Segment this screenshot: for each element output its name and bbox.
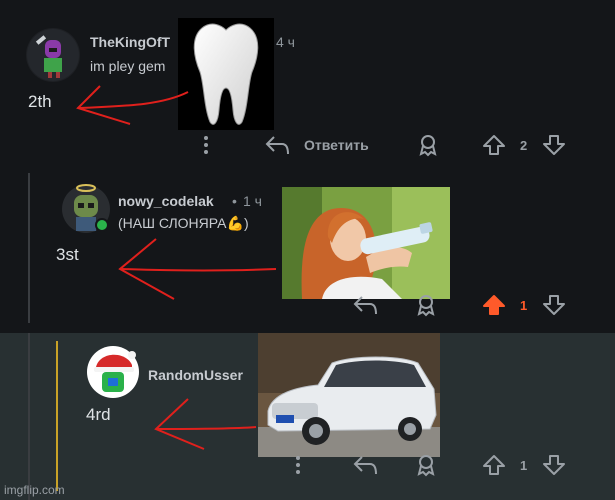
reply-button[interactable]: Ответить <box>304 137 369 153</box>
timestamp: 4 ч <box>276 34 295 50</box>
timestamp: 1 ч <box>243 193 262 209</box>
annotation-text: 3st <box>56 245 79 264</box>
username[interactable]: TheKingOfT <box>90 34 170 50</box>
comment-2: nowy_codelak • 1 ч (НАШ СЛОНЯРА💪) 3st 1 <box>0 165 615 333</box>
watermark: imgflip.com <box>4 483 65 497</box>
upvote-icon[interactable] <box>482 453 506 482</box>
downvote-icon[interactable] <box>542 293 566 322</box>
more-icon[interactable] <box>204 135 208 160</box>
more-icon[interactable] <box>296 455 300 480</box>
reply-icon[interactable] <box>352 294 378 321</box>
annotation-arrow <box>76 85 189 125</box>
comment-1: TheKingOfT 4 ч im pley gem 2th Ответить <box>0 0 615 165</box>
annotation-arrow <box>154 398 257 450</box>
thread-line <box>28 173 30 323</box>
vote-count: 2 <box>520 138 528 153</box>
comment-actions: 1 <box>282 293 582 317</box>
annotation-text: 2th <box>28 92 52 111</box>
award-icon[interactable] <box>416 133 440 162</box>
comment-actions: Ответить 2 <box>198 133 588 157</box>
vote-count: 1 <box>520 458 528 473</box>
vote-count: 1 <box>520 298 528 313</box>
downvote-icon[interactable] <box>542 133 566 162</box>
avatar[interactable] <box>26 28 80 82</box>
comment-text: im pley gem <box>90 58 166 74</box>
downvote-icon[interactable] <box>542 453 566 482</box>
car-image <box>258 333 440 457</box>
award-icon[interactable] <box>414 453 438 482</box>
username[interactable]: nowy_codelak <box>118 193 214 209</box>
thread-line <box>28 333 30 500</box>
woman-drinking-image <box>282 187 450 299</box>
reply-icon[interactable] <box>352 454 378 481</box>
upvote-icon[interactable] <box>482 293 506 322</box>
separator: • <box>232 193 237 209</box>
annotation-text: 4rd <box>86 405 111 424</box>
annotation-arrow <box>118 238 277 300</box>
avatar[interactable] <box>60 179 112 235</box>
award-icon[interactable] <box>414 293 438 322</box>
thread-line-highlight <box>56 341 58 491</box>
comment-text: (НАШ СЛОНЯРА💪) <box>118 215 249 231</box>
username[interactable]: RandomUsser <box>148 367 243 383</box>
reply-icon[interactable] <box>264 134 290 161</box>
comment-3: RandomUsser 4rd 1 <box>0 333 615 500</box>
comment-actions: 1 <box>282 453 582 477</box>
upvote-icon[interactable] <box>482 133 506 162</box>
avatar[interactable] <box>86 345 140 399</box>
